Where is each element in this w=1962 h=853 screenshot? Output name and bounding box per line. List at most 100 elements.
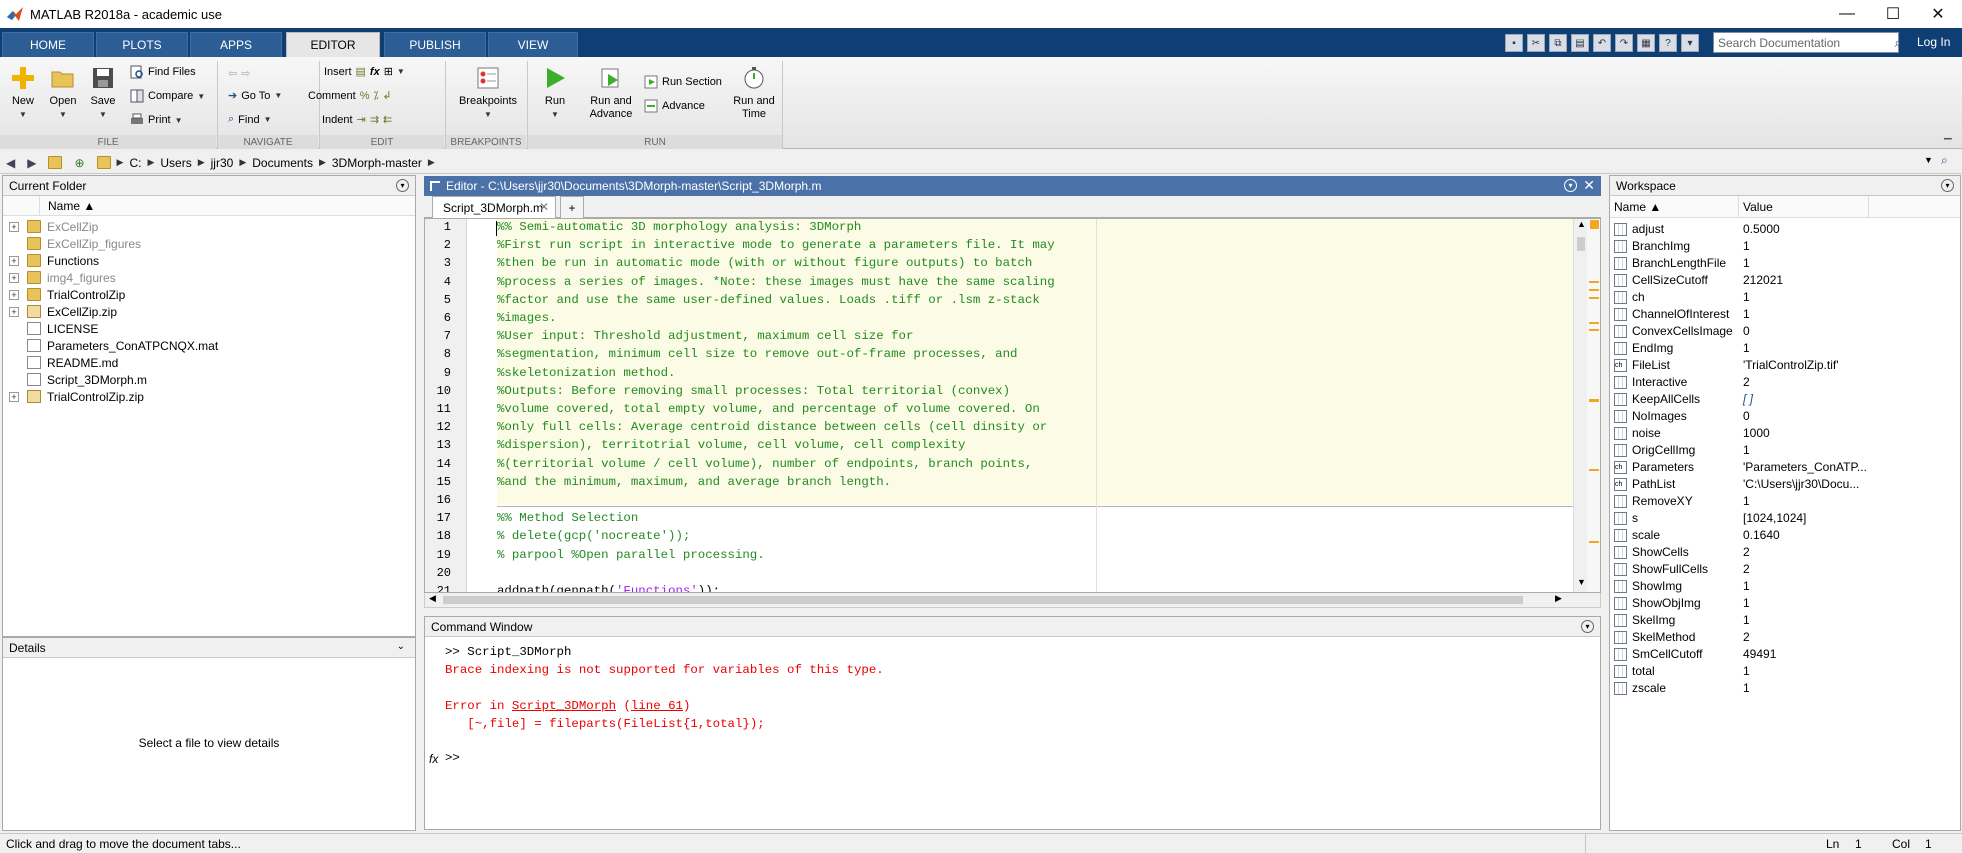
folder-list-item[interactable]: + TrialControlZip [3, 286, 415, 303]
code-line[interactable]: %process a series of images. *Note: thes… [497, 273, 1055, 291]
code-line[interactable]: %segmentation, minimum cell size to remo… [497, 345, 1018, 363]
folder-list-item[interactable]: + TrialControlZip.zip [3, 388, 415, 405]
goto-button[interactable]: ➔ Go To ▼ [228, 89, 282, 103]
folder-list-item[interactable]: + ExCellZip [3, 218, 415, 235]
undo-icon[interactable]: ↶ [1593, 34, 1611, 52]
workspace-variable-row[interactable]: Interactive 2 [1610, 374, 1960, 391]
back-forward-buttons[interactable]: ⇦ ⇨ [228, 67, 250, 80]
save-icon[interactable]: ▪ [1505, 34, 1523, 52]
folder-list-item[interactable]: ExCellZip_figures [3, 235, 415, 252]
breakpoints-button[interactable]: Breakpoints ▼ [454, 65, 522, 121]
open-button[interactable]: Open ▼ [48, 65, 78, 121]
column-header[interactable]: Name ▲ [3, 196, 415, 216]
code-editor[interactable]: 1 2 3 4 5 6 7 8 9 10 11 12 13 14 15 16 17 18 19 20 21 %% Sem… [424, 218, 1601, 593]
expand-icon[interactable]: + [9, 221, 19, 232]
expand-icon[interactable]: + [9, 306, 19, 317]
workspace-variable-row[interactable]: ch Parameters 'Parameters_ConATP... [1610, 459, 1960, 476]
path-segment[interactable]: jjr30 [205, 156, 240, 170]
run-and-advance-button[interactable]: Run and Advance [584, 65, 638, 121]
warning-mark[interactable] [1589, 322, 1599, 324]
scrollbar-thumb[interactable] [1577, 237, 1585, 251]
tab-publish[interactable]: PUBLISH [384, 32, 486, 57]
code-line[interactable]: %% Method Selection [497, 509, 638, 527]
browse-folder-icon[interactable]: ⊕ [68, 156, 90, 170]
insert-button[interactable]: Insert ▤ fx ⊞ ▼ [324, 65, 405, 79]
code-line[interactable]: %First run script in interactive mode to… [497, 236, 1055, 254]
scroll-up-icon[interactable]: ▲ [1577, 219, 1586, 229]
cut-icon[interactable]: ✂ [1527, 34, 1545, 52]
close-window-button[interactable]: ✕ [1916, 0, 1960, 28]
code-line[interactable]: addpath(genpath('Functions')); [497, 582, 720, 592]
folder-list-item[interactable]: + img4_figures [3, 269, 415, 286]
folder-list-item[interactable]: Script_3DMorph.m [3, 371, 415, 388]
expand-icon[interactable]: + [9, 289, 19, 300]
workspace-variable-row[interactable]: adjust 0.5000 [1610, 221, 1960, 238]
scroll-left-icon[interactable]: ◀ [429, 593, 436, 604]
code-line[interactable]: % parpool %Open parallel processing. [497, 546, 765, 564]
code-line[interactable]: % delete(gcp('nocreate')); [497, 527, 690, 545]
folder-list-item[interactable]: LICENSE [3, 320, 415, 337]
tab-editor[interactable]: EDITOR [286, 32, 380, 57]
warning-indicator-icon[interactable] [1590, 220, 1599, 229]
value-column-header[interactable]: Value [1743, 200, 1773, 214]
folder-list-item[interactable]: + ExCellZip.zip [3, 303, 415, 320]
command-window[interactable]: Command Window ▾ >> Script_3DMorph Brace… [424, 616, 1601, 830]
close-tab-icon[interactable]: ✕ [539, 200, 549, 214]
code-line[interactable]: %images. [497, 309, 557, 327]
workspace-variable-row[interactable]: ConvexCellsImage 0 [1610, 323, 1960, 340]
new-tab-button[interactable]: + [560, 196, 584, 218]
workspace-variable-row[interactable]: SmCellCutoff 49491 [1610, 646, 1960, 663]
workspace-variable-row[interactable]: ShowObjImg 1 [1610, 595, 1960, 612]
workspace-variable-row[interactable]: s [1024,1024] [1610, 510, 1960, 527]
folder-list-item[interactable]: + Functions [3, 252, 415, 269]
run-section-button[interactable]: Run Section [644, 75, 722, 89]
scrollbar-thumb[interactable] [443, 596, 1523, 604]
tab-view[interactable]: VIEW [488, 32, 578, 57]
fx-icon[interactable]: fx [429, 752, 438, 766]
horizontal-scrollbar[interactable]: ◀ ▶ [424, 593, 1601, 608]
vertical-scrollbar[interactable]: ▲ ▼ [1573, 219, 1587, 592]
panel-actions-icon[interactable]: ▾ [1941, 179, 1954, 192]
workspace-variable-row[interactable]: ch PathList 'C:\Users\jjr30\Docu... [1610, 476, 1960, 493]
workspace-variable-row[interactable]: BranchImg 1 [1610, 238, 1960, 255]
folder-list-item[interactable]: Parameters_ConATPCNQX.mat [3, 337, 415, 354]
advance-button[interactable]: Advance [644, 99, 705, 113]
editor-actions-icon[interactable]: ▾ [1564, 179, 1577, 192]
switch-windows-icon[interactable]: ▦ [1637, 34, 1655, 52]
workspace-variable-row[interactable]: SkelImg 1 [1610, 612, 1960, 629]
collapse-ribbon-icon[interactable]: ▁ [1944, 129, 1952, 140]
expand-icon[interactable]: + [9, 255, 19, 266]
warning-mark[interactable] [1589, 297, 1599, 299]
path-segment[interactable]: 3DMorph-master [326, 156, 428, 170]
path-segment[interactable]: C: [123, 156, 147, 170]
maximize-button[interactable]: ☐ [1871, 0, 1915, 28]
code-line[interactable]: %Outputs: Before removing small processe… [497, 382, 1010, 400]
search-documentation-input[interactable]: Search Documentation [1713, 32, 1899, 53]
workspace-variable-row[interactable]: EndImg 1 [1610, 340, 1960, 357]
workspace-variable-row[interactable]: ch 1 [1610, 289, 1960, 306]
workspace-variable-row[interactable]: ShowCells 2 [1610, 544, 1960, 561]
workspace-variable-row[interactable]: ShowImg 1 [1610, 578, 1960, 595]
tab-plots[interactable]: PLOTS [96, 32, 188, 57]
minimize-button[interactable]: — [1825, 0, 1869, 28]
workspace-variable-row[interactable]: CellSizeCutoff 212021 [1610, 272, 1960, 289]
workspace-variable-row[interactable]: scale 0.1640 [1610, 527, 1960, 544]
workspace-variable-row[interactable]: BranchLengthFile 1 [1610, 255, 1960, 272]
workspace-variable-row[interactable]: RemoveXY 1 [1610, 493, 1960, 510]
workspace-variable-row[interactable]: ChannelOfInterest 1 [1610, 306, 1960, 323]
warning-mark[interactable] [1589, 289, 1599, 291]
workspace-variable-row[interactable]: zscale 1 [1610, 680, 1960, 697]
chevron-down-icon[interactable]: ▾ [1681, 34, 1699, 52]
code-line[interactable]: %only full cells: Average centroid dista… [497, 418, 1047, 436]
redo-icon[interactable]: ↷ [1615, 34, 1633, 52]
workspace-variable-row[interactable]: NoImages 0 [1610, 408, 1960, 425]
compare-button[interactable]: Compare ▼ [130, 89, 205, 103]
indent-button[interactable]: Indent ⇥ ⇉ ⇇ [322, 113, 392, 127]
chevron-down-icon[interactable]: ⌄ [397, 641, 405, 652]
name-column-header[interactable]: Name ▲ [48, 199, 95, 213]
workspace-variable-row[interactable]: total 1 [1610, 663, 1960, 680]
workspace-variable-row[interactable]: OrigCellImg 1 [1610, 442, 1960, 459]
search-icon[interactable]: ⌕ [1889, 33, 1907, 52]
workspace-variable-row[interactable]: KeepAllCells [ ] [1610, 391, 1960, 408]
tab-apps[interactable]: APPS [190, 32, 282, 57]
